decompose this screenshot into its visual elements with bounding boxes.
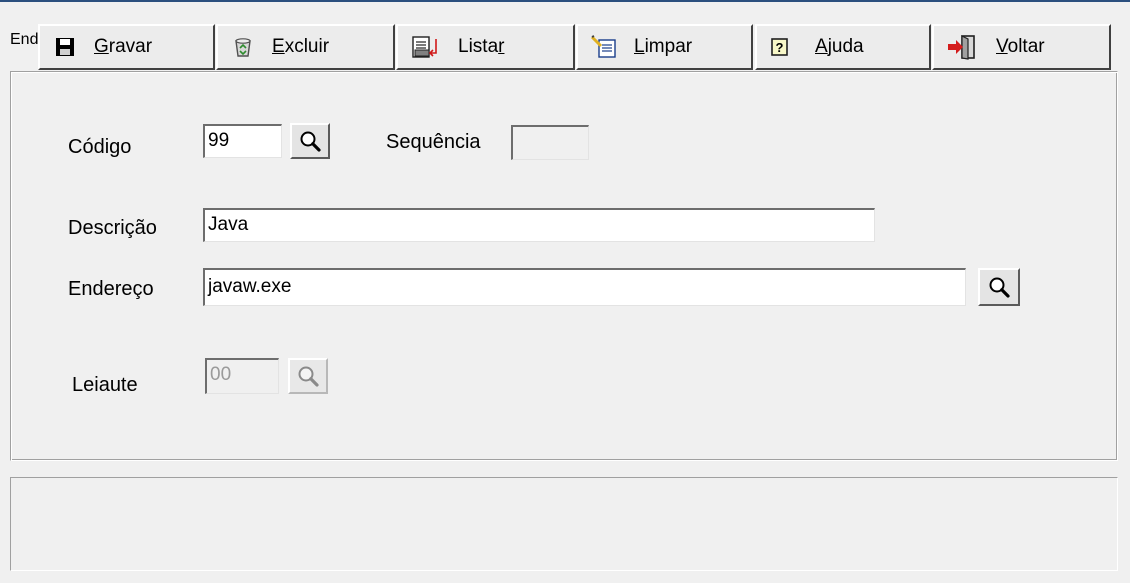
codigo-search-button[interactable] <box>290 123 330 159</box>
svg-text:?: ? <box>776 40 784 55</box>
leiaute-label: Leiaute <box>72 374 138 396</box>
limpar-button[interactable]: Limpar <box>576 24 753 70</box>
descricao-label: Descrição <box>68 217 157 239</box>
search-icon <box>300 131 321 152</box>
recycle-bin-icon <box>235 38 251 57</box>
window-top-border <box>0 0 1130 2</box>
endereco-search-button[interactable] <box>978 268 1020 306</box>
sequencia-label: Sequência <box>386 131 481 153</box>
endereco-label: Endereço <box>68 278 154 300</box>
action-toolbar <box>10 477 1118 571</box>
search-icon <box>298 366 319 387</box>
help-icon: ? <box>771 38 788 56</box>
voltar-button[interactable]: Voltar <box>932 24 1111 70</box>
codigo-label: Código <box>68 136 132 158</box>
listar-button[interactable]: Listar <box>396 24 575 70</box>
ajuda-button[interactable]: ? Ajuda <box>755 24 931 70</box>
printer-list-icon <box>412 36 437 58</box>
search-icon <box>989 277 1010 298</box>
excluir-button[interactable]: Excluir <box>216 24 395 70</box>
listar-label: Listar <box>458 36 505 57</box>
ajuda-label: Ajuda <box>815 36 864 57</box>
excluir-label: Excluir <box>272 36 330 57</box>
endereco-field[interactable]: javaw.exe <box>203 268 966 306</box>
descricao-field[interactable]: Java <box>203 208 875 242</box>
exit-door-icon <box>948 35 975 60</box>
floppy-disk-icon <box>56 38 74 56</box>
gravar-button[interactable]: Gravar <box>38 24 215 70</box>
leiaute-search-button <box>288 358 328 394</box>
gravar-label: Gravar <box>94 36 153 57</box>
clear-pencil-icon <box>590 35 616 58</box>
sequencia-field <box>511 125 589 160</box>
codigo-field[interactable]: 99 <box>203 124 282 158</box>
leiaute-field: 00 <box>205 358 279 394</box>
voltar-label: Voltar <box>996 36 1045 57</box>
limpar-label: Limpar <box>634 36 693 57</box>
